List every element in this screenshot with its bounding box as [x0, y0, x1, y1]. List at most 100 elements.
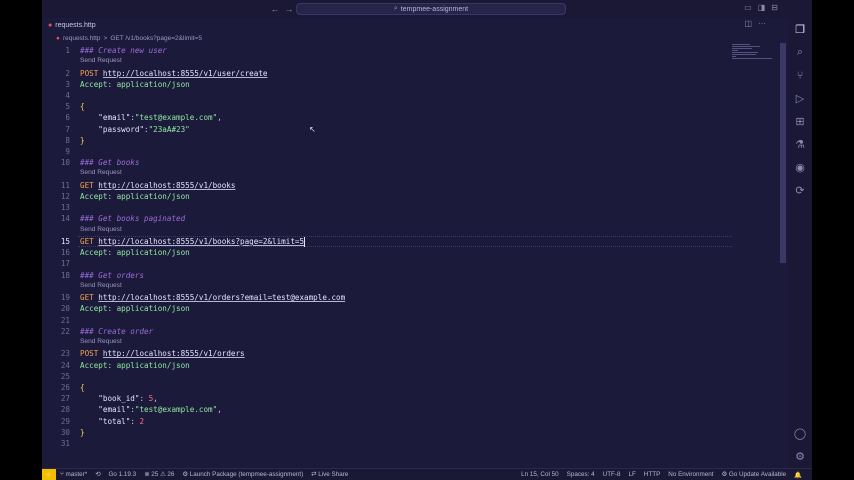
live-share[interactable]: ⇄ Live Share — [307, 471, 352, 478]
vscode-window: ← → ⌕ tempmee-assignment ▭ ◨ ⊟ ● request… — [42, 0, 812, 480]
header-value: application/json — [116, 360, 190, 370]
breadcrumb-file[interactable]: requests.http — [63, 35, 101, 42]
code-line[interactable]: "total": 2 — [80, 416, 144, 427]
json-value: "test@example.com" — [134, 405, 218, 415]
go-version[interactable]: Go 1.19.3 — [105, 471, 141, 478]
line-number: 7 — [65, 124, 70, 134]
more-actions-icon[interactable]: ··· — [758, 19, 766, 28]
status-right: Ln 15, Col 50 Spaces: 4 UTF-8 LF HTTP No… — [517, 471, 806, 479]
code-line[interactable]: GET http://localhost:8555/v1/orders?emai… — [80, 292, 345, 303]
code-line[interactable]: Accept: application/json — [80, 303, 190, 314]
line-number: 10 — [60, 158, 70, 168]
code-line[interactable]: "email":"test@example.com", — [80, 112, 221, 123]
json-value: "23aA#23" — [148, 124, 190, 134]
command-center[interactable]: ⌕ tempmee-assignment — [296, 3, 566, 15]
testing-icon[interactable]: ⚗ — [788, 133, 812, 156]
language-mode[interactable]: HTTP — [640, 471, 664, 479]
encoding[interactable]: UTF-8 — [599, 471, 625, 479]
sync-icon[interactable]: ⟲ — [91, 471, 104, 478]
code-line[interactable]: ### Create new user — [80, 45, 167, 56]
code-line[interactable]: POST http://localhost:8555/v1/user/creat… — [80, 68, 267, 79]
forward-arrow-icon[interactable]: → — [282, 4, 296, 14]
tab-label: requests.http — [55, 21, 96, 29]
request-url: http://localhost:8555/v1/orders?email=te… — [98, 293, 346, 303]
code-line[interactable]: ### Get books paginated — [80, 213, 185, 224]
send-request-codelens[interactable]: Send Request — [80, 168, 122, 177]
json-key: "total" — [98, 416, 131, 426]
branch-status[interactable]: ⑂ master* — [56, 471, 91, 478]
code-line[interactable]: Accept: application/json — [80, 79, 190, 90]
code-line[interactable]: POST http://localhost:8555/v1/orders — [80, 348, 245, 359]
indentation[interactable]: Spaces: 4 — [563, 471, 599, 479]
code-line[interactable]: GET http://localhost:8555/v1/books?page=… — [80, 236, 306, 247]
github-icon[interactable]: ◉ — [788, 156, 812, 179]
end-of-line[interactable]: LF — [624, 471, 639, 479]
line-number: 11 — [60, 180, 70, 190]
line-number: 4 — [65, 91, 70, 100]
send-request-codelens[interactable]: Send Request — [80, 225, 122, 234]
line-number: 30 — [60, 427, 70, 437]
remote-icon[interactable]: ⟳ — [788, 179, 812, 202]
settings-gear-icon[interactable]: ⚙ — [788, 445, 812, 468]
http-method: GET — [80, 180, 94, 190]
json-value: 2 — [139, 416, 145, 426]
line-number: 1 — [65, 46, 70, 55]
send-request-codelens[interactable]: Send Request — [80, 337, 122, 346]
send-request-codelens[interactable]: Send Request — [80, 56, 122, 65]
launch-config[interactable]: ⚙ Launch Package (tempmee-assignment) — [178, 471, 307, 478]
code-line[interactable]: "password":"23aA#23" — [80, 124, 190, 135]
code-line[interactable]: Accept: application/json — [80, 360, 190, 371]
vertical-scrollbar[interactable] — [780, 43, 786, 263]
back-arrow-icon[interactable]: ← — [268, 4, 282, 14]
workspace-title: tempmee-assignment — [400, 5, 469, 13]
json-brace: } — [80, 427, 85, 437]
json-brace: { — [80, 383, 85, 392]
comment-text: ### Get books paginated — [80, 214, 186, 224]
code-line[interactable]: "email":"test@example.com", — [80, 404, 222, 415]
code-line[interactable]: Accept: application/json — [80, 247, 190, 258]
http-method: GET — [80, 293, 94, 303]
send-request-codelens[interactable]: Send Request — [80, 281, 122, 290]
code-line[interactable]: } — [80, 135, 85, 146]
line-number: 28 — [60, 405, 70, 415]
code-line[interactable]: ### Get books — [80, 157, 139, 168]
extensions-icon[interactable]: ⊞ — [788, 110, 812, 133]
toggle-panel-icon[interactable]: ▭ — [744, 3, 752, 12]
code-line[interactable]: } — [80, 427, 85, 438]
tab-requests-http[interactable]: ● requests.http — [42, 18, 102, 32]
line-number: 21 — [60, 315, 70, 325]
split-editor-icon[interactable]: ◫ — [744, 19, 752, 28]
code-line[interactable]: "book_id": 5, — [80, 393, 157, 404]
line-number: 18 — [60, 270, 70, 280]
remote-indicator-icon[interactable]: ⚡ — [42, 468, 56, 480]
go-update[interactable]: ⚙ Go Update Available — [717, 471, 790, 479]
minimap[interactable] — [732, 43, 774, 69]
notifications-icon[interactable]: 🔔 — [790, 471, 806, 479]
account-icon[interactable]: ◯ — [788, 422, 812, 445]
json-comma: , — [217, 405, 222, 415]
line-number: 6 — [65, 113, 70, 123]
breadcrumb-item[interactable]: GET /v1/books?page=2&limit=5 — [110, 35, 202, 42]
explorer-icon[interactable]: ❐ — [788, 18, 812, 41]
run-debug-icon[interactable]: ▷ — [788, 87, 812, 110]
http-method: POST — [80, 349, 99, 359]
problems-status[interactable]: ⊗ 25 ⚠ 26 — [140, 471, 178, 478]
code-line[interactable]: GET http://localhost:8555/v1/books — [80, 180, 235, 191]
cursor-position[interactable]: Ln 15, Col 50 — [517, 471, 562, 479]
search-icon[interactable]: ⌕ — [788, 41, 812, 64]
customize-layout-icon[interactable]: ⊟ — [771, 3, 778, 12]
request-url: http://localhost:8555/v1/orders — [102, 349, 245, 359]
code-line[interactable]: ### Create order — [80, 326, 153, 337]
code-line[interactable]: Accept: application/json — [80, 191, 190, 202]
environment-selector[interactable]: No Environment — [664, 471, 717, 479]
line-number: 25 — [60, 371, 70, 381]
code-line[interactable]: { — [80, 101, 85, 112]
code-line[interactable]: { — [80, 382, 85, 393]
source-control-icon[interactable]: ⑂ — [788, 64, 812, 87]
toggle-sidebar-icon[interactable]: ◨ — [758, 3, 766, 12]
header-name: Accept — [80, 248, 108, 258]
code-editor[interactable]: 1 ### Create new user Send Request 2 POST ht… — [42, 43, 788, 454]
header-name: Accept — [80, 79, 108, 89]
json-key: "email" — [98, 405, 131, 415]
code-line[interactable]: ### Get orders — [80, 270, 144, 281]
